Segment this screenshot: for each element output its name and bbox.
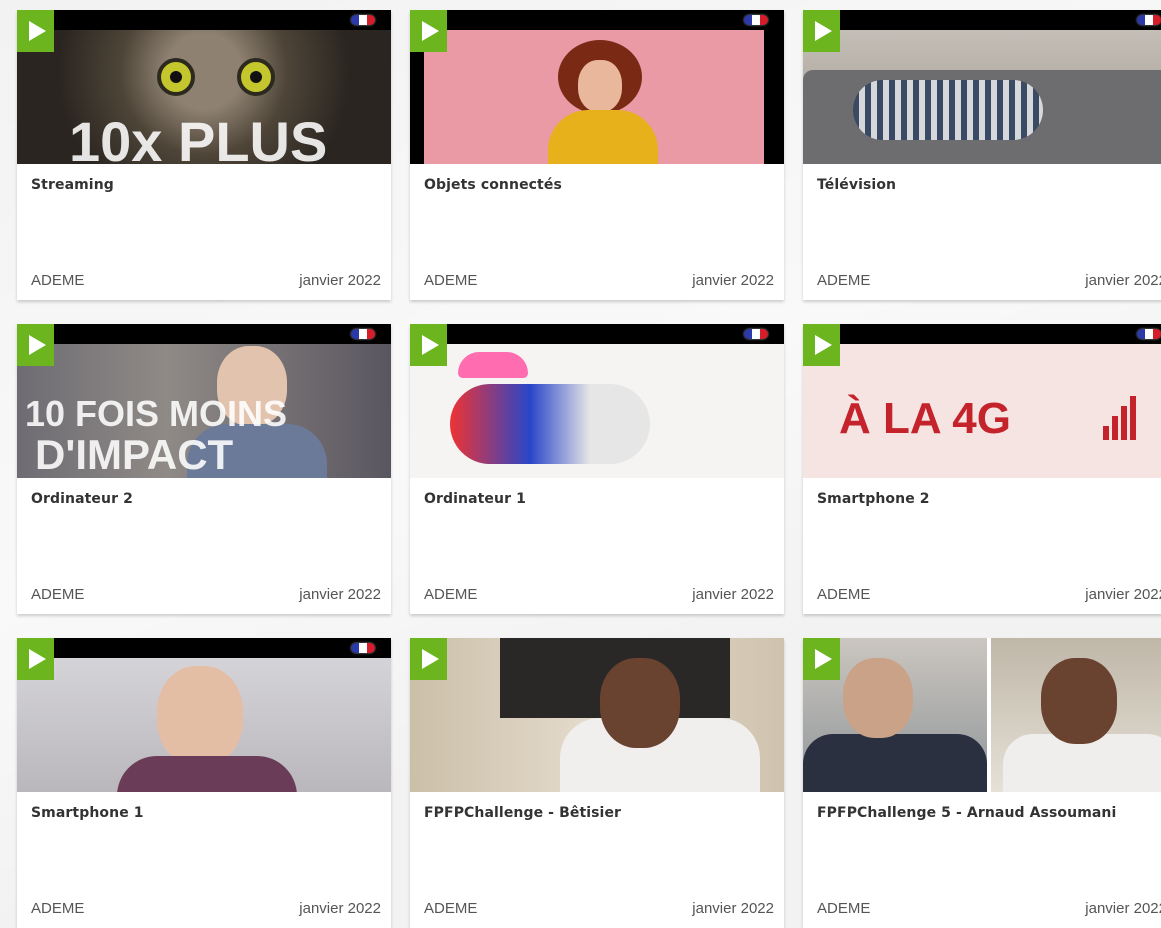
- thumbnail-top-bar: [410, 10, 784, 30]
- play-icon[interactable]: [410, 638, 447, 680]
- video-thumbnail[interactable]: 10x PLUS: [17, 10, 391, 164]
- video-date: janvier 2022: [692, 272, 774, 289]
- video-thumbnail[interactable]: [410, 638, 784, 792]
- play-icon[interactable]: [17, 638, 54, 680]
- video-date: janvier 2022: [692, 900, 774, 917]
- video-title[interactable]: FPFPChallenge 5 - Arnaud Assoumani: [817, 805, 1116, 821]
- video-author: ADEME: [31, 900, 85, 917]
- video-author: ADEME: [424, 900, 478, 917]
- video-card-smartphone-1[interactable]: Smartphone 1 ADEME janvier 2022: [17, 638, 391, 928]
- video-title[interactable]: Ordinateur 1: [424, 491, 526, 507]
- french-flag-icon: [744, 15, 768, 25]
- video-card-television[interactable]: Télévision ADEME janvier 2022: [803, 10, 1161, 300]
- signal-bars-icon: [1103, 394, 1139, 440]
- video-author: ADEME: [31, 586, 85, 603]
- play-icon[interactable]: [17, 10, 54, 52]
- video-thumbnail[interactable]: [17, 638, 391, 792]
- thumbnail-caption: 10x PLUS: [69, 110, 328, 165]
- video-author: ADEME: [817, 272, 871, 289]
- thumbnail-top-bar: [803, 324, 1161, 344]
- video-grid: 10x PLUS Streaming ADEME janvier 2022 Ob…: [0, 0, 1161, 928]
- french-flag-icon: [1137, 15, 1161, 25]
- french-flag-icon: [351, 643, 375, 653]
- video-card-streaming[interactable]: 10x PLUS Streaming ADEME janvier 2022: [17, 10, 391, 300]
- thumbnail-caption: 10 FOIS MOINS: [25, 393, 288, 434]
- video-thumbnail[interactable]: [410, 10, 784, 164]
- video-date: janvier 2022: [1085, 272, 1161, 289]
- play-icon[interactable]: [803, 324, 840, 366]
- video-title[interactable]: Smartphone 1: [31, 805, 144, 821]
- play-icon[interactable]: [410, 324, 447, 366]
- french-flag-icon: [1137, 329, 1161, 339]
- thumbnail-top-bar: [17, 10, 391, 30]
- video-author: ADEME: [817, 586, 871, 603]
- video-title[interactable]: Ordinateur 2: [31, 491, 133, 507]
- video-card-smartphone-2[interactable]: À LA 4G Smartphone 2 ADEME janvier 2022: [803, 324, 1161, 614]
- video-title[interactable]: Objets connectés: [424, 177, 562, 193]
- video-thumbnail[interactable]: [410, 324, 784, 478]
- french-flag-icon: [351, 329, 375, 339]
- video-thumbnail[interactable]: [803, 638, 1161, 792]
- french-flag-icon: [744, 329, 768, 339]
- video-author: ADEME: [31, 272, 85, 289]
- thumbnail-top-bar: [17, 324, 391, 344]
- video-card-fpfpchallenge-5[interactable]: FPFPChallenge 5 - Arnaud Assoumani ADEME…: [803, 638, 1161, 928]
- video-title[interactable]: Streaming: [31, 177, 114, 193]
- play-icon[interactable]: [803, 10, 840, 52]
- play-icon[interactable]: [410, 10, 447, 52]
- thumbnail-caption-2: D'IMPACT: [35, 431, 234, 478]
- video-date: janvier 2022: [1085, 900, 1161, 917]
- french-flag-icon: [351, 15, 375, 25]
- video-thumbnail[interactable]: 10 FOIS MOINS D'IMPACT: [17, 324, 391, 478]
- video-card-ordinateur-1[interactable]: Ordinateur 1 ADEME janvier 2022: [410, 324, 784, 614]
- owl-eye-right: [237, 58, 275, 96]
- video-date: janvier 2022: [299, 272, 381, 289]
- video-title[interactable]: Smartphone 2: [817, 491, 930, 507]
- thumbnail-top-bar: [17, 638, 391, 658]
- thumbnail-caption: À LA 4G: [839, 394, 1011, 443]
- video-thumbnail[interactable]: À LA 4G: [803, 324, 1161, 478]
- play-icon[interactable]: [17, 324, 54, 366]
- video-date: janvier 2022: [1085, 586, 1161, 603]
- play-icon[interactable]: [803, 638, 840, 680]
- video-title[interactable]: Télévision: [817, 177, 896, 193]
- video-card-objets-connectes[interactable]: Objets connectés ADEME janvier 2022: [410, 10, 784, 300]
- video-card-fpfpchallenge-betisier[interactable]: FPFPChallenge - Bêtisier ADEME janvier 2…: [410, 638, 784, 928]
- owl-eye-left: [157, 58, 195, 96]
- video-title[interactable]: FPFPChallenge - Bêtisier: [424, 805, 621, 821]
- video-date: janvier 2022: [692, 586, 774, 603]
- thumbnail-top-bar: [410, 324, 784, 344]
- video-author: ADEME: [424, 586, 478, 603]
- video-author: ADEME: [424, 272, 478, 289]
- thumbnail-top-bar: [803, 10, 1161, 30]
- video-author: ADEME: [817, 900, 871, 917]
- video-date: janvier 2022: [299, 900, 381, 917]
- video-card-ordinateur-2[interactable]: 10 FOIS MOINS D'IMPACT Ordinateur 2 ADEM…: [17, 324, 391, 614]
- video-date: janvier 2022: [299, 586, 381, 603]
- video-thumbnail[interactable]: [803, 10, 1161, 164]
